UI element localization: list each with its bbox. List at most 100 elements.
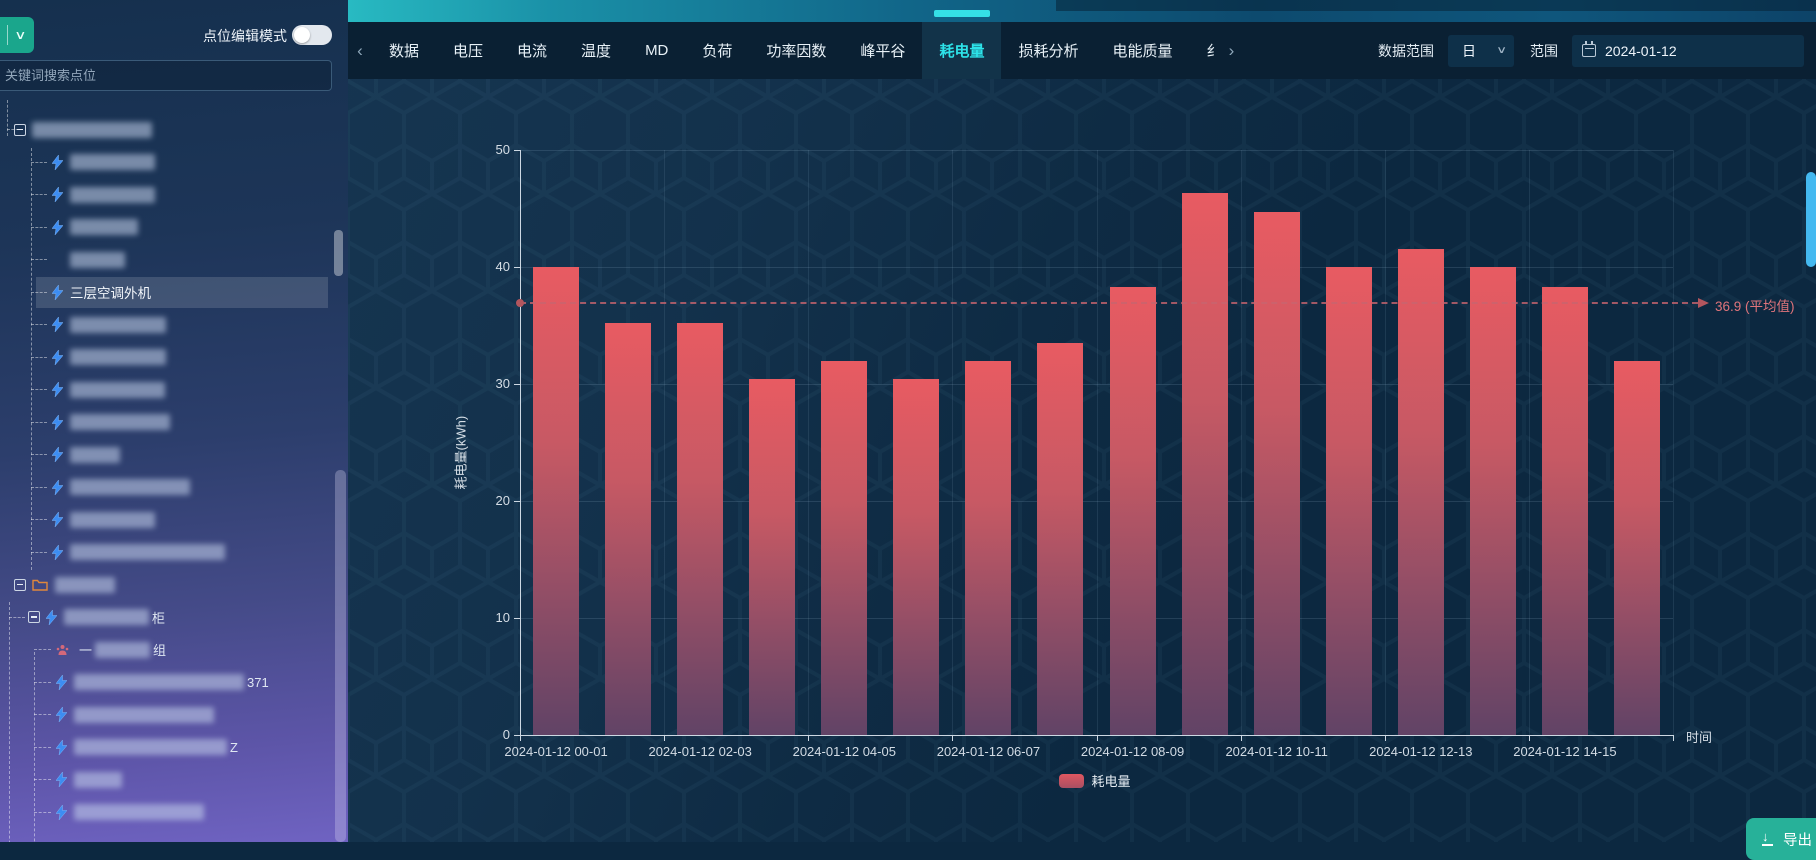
- tree-item[interactable]: [0, 699, 332, 730]
- x-axis-tick-label: 2024-01-12 08-09: [1063, 744, 1203, 759]
- masked-tree-label: [70, 512, 155, 528]
- gridline-vertical: [1241, 150, 1242, 735]
- tree-item[interactable]: [0, 407, 332, 438]
- sidebar: ∨ 点位编辑模式 三层空调外机柜一组371 Z: [0, 0, 348, 842]
- tree-connector: [34, 714, 51, 715]
- masked-tree-label: [74, 739, 227, 755]
- org-person-icon: [56, 644, 69, 656]
- lightning-icon: [56, 740, 67, 755]
- tree-item[interactable]: 一组: [0, 634, 332, 665]
- masked-tree-label: [70, 317, 166, 333]
- average-line: [520, 302, 1698, 304]
- masked-tree-label: [74, 772, 122, 788]
- tree-item[interactable]: [0, 342, 332, 373]
- tree-item[interactable]: Z: [0, 732, 332, 763]
- tree-item[interactable]: [0, 212, 332, 243]
- bar-2024-01-12 11-12: [1326, 267, 1372, 735]
- gridline-vertical: [808, 150, 809, 735]
- x-axis-tick-label: 2024-01-12 06-07: [918, 744, 1058, 759]
- tree-item-text: 柜: [152, 608, 165, 627]
- tree-item[interactable]: [0, 309, 332, 340]
- masked-tree-label: [74, 804, 204, 820]
- masked-tree-label: [70, 219, 138, 235]
- collapse-icon[interactable]: [14, 124, 26, 136]
- lightning-icon: [52, 155, 63, 170]
- masked-tree-label: [55, 577, 115, 593]
- masked-tree-label: [32, 122, 152, 138]
- tree-item-selected[interactable]: 三层空调外机: [0, 277, 332, 308]
- lightning-icon: [52, 447, 63, 462]
- lightning-icon: [52, 350, 63, 365]
- search-input[interactable]: [0, 60, 332, 91]
- lightning-icon: [52, 480, 63, 495]
- toggle-knob: [294, 27, 310, 43]
- x-axis-tick-label: 2024-01-12 10-11: [1207, 744, 1347, 759]
- tree-connector: [31, 422, 47, 423]
- edit-mode-label: 点位编辑模式: [203, 26, 287, 46]
- lightning-icon: [52, 512, 63, 527]
- button-divider: [7, 25, 8, 45]
- x-axis-tick-label: 2024-01-12 02-03: [630, 744, 770, 759]
- tree-connector: [31, 454, 47, 455]
- tree-item-label: 三层空调外机: [70, 282, 151, 302]
- tree-connector: [31, 487, 47, 488]
- bar-2024-01-12 08-09: [1110, 287, 1156, 735]
- tree-item[interactable]: [0, 569, 332, 600]
- lightning-icon: [52, 415, 63, 430]
- sidebar-scrollbar-track[interactable]: [335, 470, 346, 842]
- download-icon: ↓: [1762, 832, 1774, 846]
- lightning-icon: [52, 317, 63, 332]
- tree-item[interactable]: [0, 244, 332, 275]
- masked-tree-label: [70, 447, 120, 463]
- tree-item[interactable]: [0, 374, 332, 405]
- bar-2024-01-12 07-08: [1037, 343, 1083, 735]
- bar-2024-01-12 03-04: [749, 379, 795, 735]
- y-axis-tick-label: 10: [470, 610, 510, 625]
- point-tree: 三层空调外机柜一组371 Z: [0, 96, 348, 842]
- y-axis-line: [520, 150, 521, 736]
- tree-item[interactable]: 371: [0, 667, 332, 698]
- bar-2024-01-12 15-16: [1614, 361, 1660, 735]
- tree-item-text: 组: [153, 640, 166, 659]
- tree-item[interactable]: [0, 439, 332, 470]
- bar-2024-01-12 00-01: [533, 267, 579, 735]
- tree-item[interactable]: [0, 114, 332, 145]
- bar-2024-01-12 05-06: [893, 379, 939, 735]
- chart-legend[interactable]: 耗电量: [1059, 771, 1131, 790]
- average-line-dot: [516, 299, 524, 307]
- tree-item[interactable]: [0, 179, 332, 210]
- tree-item[interactable]: [0, 472, 332, 503]
- tree-connector: [31, 194, 47, 195]
- collapse-icon[interactable]: [14, 579, 26, 591]
- masked-tree-label: [70, 252, 125, 268]
- legend-swatch: [1059, 774, 1084, 788]
- tree-item[interactable]: 柜: [0, 602, 332, 633]
- edit-mode-toggle[interactable]: [292, 25, 332, 45]
- tree-item[interactable]: [0, 537, 332, 568]
- export-button[interactable]: ↓ 导出: [1746, 818, 1816, 860]
- tree-item[interactable]: [0, 504, 332, 535]
- y-axis-tick-label: 20: [470, 493, 510, 508]
- window-scrollbar-thumb[interactable]: [1806, 172, 1816, 267]
- tree-item[interactable]: [0, 797, 332, 828]
- sidebar-dropdown-button[interactable]: ∨: [0, 17, 34, 53]
- legend-series-name: 耗电量: [1092, 771, 1131, 790]
- bar-2024-01-12 10-11: [1254, 212, 1300, 735]
- y-axis-tick-label: 30: [470, 376, 510, 391]
- tree-connector: [31, 162, 47, 163]
- tree-connector: [9, 617, 25, 618]
- lightning-icon: [52, 187, 63, 202]
- lightning-icon: [52, 545, 63, 560]
- bar-2024-01-12 09-10: [1182, 193, 1228, 735]
- tree-item[interactable]: [0, 147, 332, 178]
- sidebar-scrollbar-thumb[interactable]: [334, 230, 343, 276]
- lightning-icon: [56, 707, 67, 722]
- tree-connector: [34, 747, 51, 748]
- x-axis-tick-label: 2024-01-12 12-13: [1351, 744, 1491, 759]
- bar-2024-01-12 01-02: [605, 323, 651, 735]
- average-value-label: 36.9 (平均值): [1715, 295, 1795, 315]
- average-line-arrow: [1698, 298, 1709, 308]
- tree-item[interactable]: [0, 764, 332, 795]
- masked-tree-label: [74, 674, 244, 690]
- collapse-icon[interactable]: [28, 611, 40, 623]
